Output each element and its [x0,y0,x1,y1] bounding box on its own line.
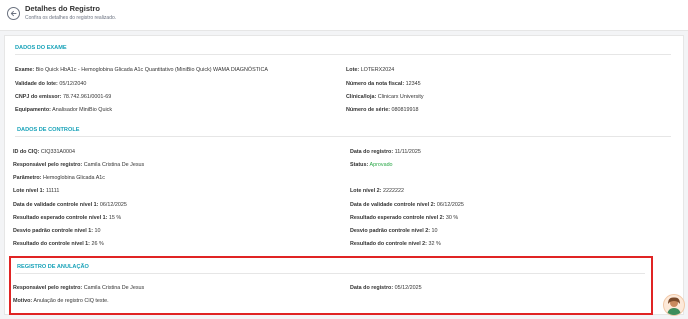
field-anulacao-responsavel: Responsável pelo registro: Camila Cristi… [13,285,144,291]
field-value: 10 [431,228,438,234]
field-label: Desvio padrão controle nível 1: [13,228,93,234]
section-divider [15,273,645,274]
field-value: Hemoglobina Glicada A1c [42,175,105,181]
field-lote: Lote: LOTERX2024 [346,67,394,73]
field-validade-lote: Validade do lote: 05/12/2040 [15,81,86,87]
field-equipamento: Equipamento: Analisador MiniBio Quick [15,107,112,113]
field-label: ID do CIQ: [13,149,40,155]
field-value: 11/11/2025 [394,149,421,155]
field-value: 78.742.961/0001-69 [62,94,112,100]
field-label: Número de série: [346,107,391,113]
field-value: CIQ331A0004 [40,149,76,155]
page-header: Detalhes do Registro Confira os detalhes… [0,0,688,31]
field-desvio-nivel-2: Desvio padrão controle nível 2: 10 [350,228,437,234]
field-value: 2222222 [382,188,404,194]
field-id-ciq: ID do CIQ: CIQ331A0004 [13,149,75,155]
field-value: 30 % [445,215,459,221]
field-label: Clínica/loja: [346,94,377,100]
field-label: Responsável pelo registro: [13,162,83,168]
field-responsavel: Responsável pelo registro: Camila Cristi… [13,162,144,168]
field-status: Status: Aprovado [350,162,393,168]
field-label: Número da nota fiscal: [346,81,405,87]
field-label: Exame: [15,67,35,73]
field-numero-serie: Número de série: 080819918 [346,107,419,113]
section-title-controle: DADOS DE CONTROLE [17,127,80,133]
field-value: 32 % [428,241,441,247]
field-validade-nivel-2: Data de validade controle nível 2: 06/12… [350,202,464,208]
field-anulacao-motivo: Motivo: Anulação de registro CIQ teste. [13,298,109,304]
field-label: Resultado do controle nível 2: [350,241,427,247]
field-value: Camila Cristina De Jesus [83,285,145,291]
field-label: Motivo: [13,298,33,304]
field-validade-nivel-1: Data de validade controle nível 1: 06/12… [13,202,127,208]
field-label: Lote: [346,67,360,73]
field-value: 11111 [45,188,60,194]
person-icon [667,297,681,315]
field-label: Status: [350,162,369,168]
field-label: Data de validade controle nível 1: [13,202,99,208]
field-label: Lote nível 2: [350,188,382,194]
field-parametro: Parâmetro: Hemoglobina Glicada A1c [13,175,105,181]
field-label: Lote nível 1: [13,188,45,194]
field-desvio-nivel-1: Desvio padrão controle nível 1: 10 [13,228,100,234]
field-data-registro: Data do registro: 11/11/2025 [350,149,421,155]
field-value: Clinicarx University [377,94,424,100]
field-value: LOTERX2024 [360,67,395,73]
field-esperado-nivel-1: Resultado esperado controle nível 1: 15 … [13,215,121,221]
field-label: CNPJ do emissor: [15,94,62,100]
field-value: 05/12/2025 [394,285,422,291]
field-value: 05/12/2040 [59,81,87,87]
field-label: Data do registro: [350,149,394,155]
field-value: Bio Quick HbA1c - Hemoglobina Glicada A1… [35,67,268,73]
page-title: Detalhes do Registro [25,4,101,13]
back-button[interactable] [7,7,20,20]
field-label: Resultado esperado controle nível 2: [350,215,445,221]
arrow-left-icon [10,10,17,17]
field-value: 080819918 [391,107,419,113]
field-value: 26 % [91,241,104,247]
field-value: Camila Cristina De Jesus [83,162,145,168]
field-label: Data de validade controle nível 2: [350,202,436,208]
field-lote-nivel-1: Lote nível 1: 11111 [13,188,59,194]
section-divider [15,54,671,55]
field-label: Equipamento: [15,107,51,113]
field-resultado-nivel-2: Resultado do controle nível 2: 32 % [350,241,441,247]
field-label: Resultado do controle nível 1: [13,241,90,247]
field-value: 06/12/2025 [99,202,127,208]
field-value: 06/12/2025 [436,202,464,208]
field-label: Responsável pelo registro: [13,285,83,291]
field-lote-nivel-2: Lote nível 2: 2222222 [350,188,404,194]
field-value: Anulação de registro CIQ teste. [33,298,109,304]
field-label: Validade do lote: [15,81,58,87]
section-title-exame: DADOS DO EXAME [15,45,67,51]
field-exame: Exame: Bio Quick HbA1c - Hemoglobina Gli… [15,67,268,73]
field-label: Data do registro: [350,285,394,291]
field-label: Desvio padrão controle nível 2: [350,228,430,234]
user-avatar-icon[interactable] [663,294,685,316]
field-value: 15 % [108,215,122,221]
field-nota-fiscal: Número da nota fiscal: 12345 [346,81,421,87]
field-esperado-nivel-2: Resultado esperado controle nível 2: 30 … [350,215,458,221]
field-cnpj: CNPJ do emissor: 78.742.961/0001-69 [15,94,111,100]
status-badge: Aprovado [369,162,393,168]
field-value: Analisador MiniBio Quick [52,107,113,113]
field-value: 10 [94,228,101,234]
page-subtitle: Confira os detalhes do registro realizad… [25,15,117,21]
field-clinica: Clínica/loja: Clinicarx University [346,94,424,100]
field-value: 12345 [405,81,421,87]
record-details-card: DADOS DO EXAME Exame: Bio Quick HbA1c - … [4,35,684,315]
field-resultado-nivel-1: Resultado do controle nível 1: 26 % [13,241,104,247]
section-title-anulacao: REGISTRO DE ANULAÇÃO [17,264,89,270]
section-divider [15,136,671,137]
field-label: Resultado esperado controle nível 1: [13,215,108,221]
field-anulacao-data: Data do registro: 05/12/2025 [350,285,422,291]
field-label: Parâmetro: [13,175,42,181]
